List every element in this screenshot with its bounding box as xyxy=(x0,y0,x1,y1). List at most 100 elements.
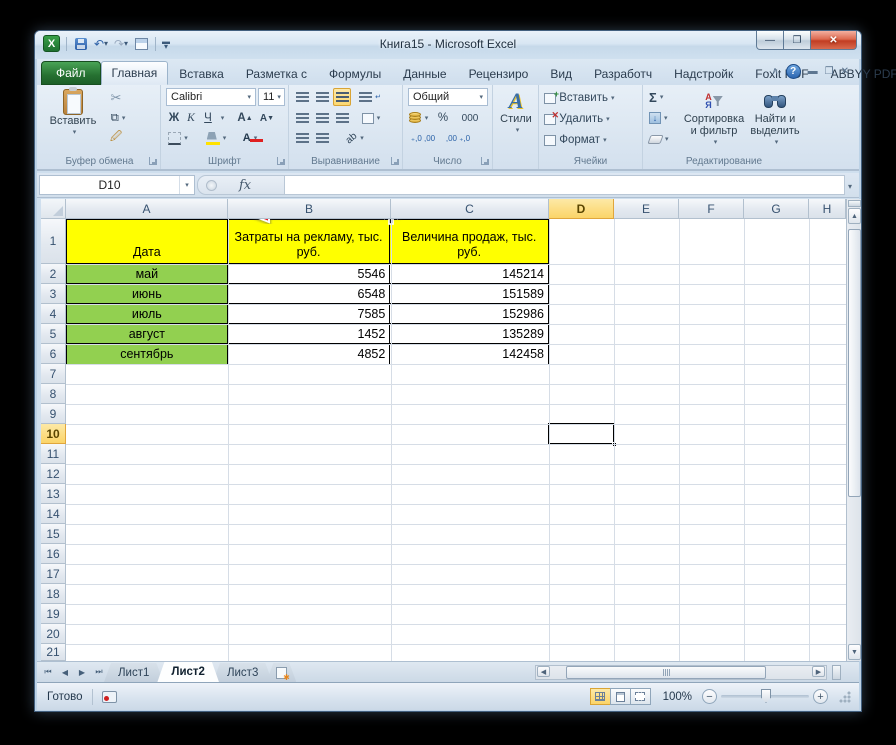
ribbon-tab[interactable]: Вид xyxy=(539,63,583,85)
table-cell[interactable]: июнь xyxy=(67,284,228,304)
autosum-icon[interactable]: Σ ▾ xyxy=(649,88,663,106)
scroll-up-icon[interactable]: ▲ xyxy=(848,208,861,224)
row-header-16[interactable]: 16 xyxy=(41,544,66,564)
insert-function-icon[interactable]: fx xyxy=(239,178,251,193)
ribbon-tab[interactable]: Данные xyxy=(392,63,457,85)
find-select-button[interactable]: Найти и выделить ▾ xyxy=(747,89,803,149)
name-box-dropdown-icon[interactable]: ▾ xyxy=(179,176,194,194)
merge-center-icon[interactable]: ▾ xyxy=(357,109,385,127)
sheet-tab-Лист2[interactable]: Лист2 xyxy=(157,662,219,682)
increase-indent-icon[interactable] xyxy=(313,129,331,147)
align-right-icon[interactable] xyxy=(333,109,351,127)
number-format-select[interactable]: Общий ▾ xyxy=(408,88,488,106)
font-family-select[interactable]: Calibri ▾ xyxy=(166,88,256,106)
column-header-H[interactable]: H xyxy=(809,199,846,219)
underline-button[interactable]: Ч xyxy=(200,109,216,127)
row-header-15[interactable]: 15 xyxy=(41,524,66,544)
clear-icon[interactable]: ▾ xyxy=(647,130,669,148)
vertical-scrollbar[interactable]: ▲ ▼ xyxy=(846,199,861,661)
horizontal-scrollbar[interactable]: ◀ ▶ xyxy=(535,665,827,680)
table-cell[interactable]: 6548 xyxy=(227,284,391,304)
table-cell[interactable]: 142458 xyxy=(390,344,548,364)
styles-button[interactable]: A Стили ▾ xyxy=(496,89,536,137)
page-layout-view-button[interactable] xyxy=(609,688,631,705)
page-break-view-button[interactable] xyxy=(629,688,651,705)
format-cells-button[interactable]: Формат ▾ xyxy=(544,131,607,149)
row-header-11[interactable]: 11 xyxy=(41,444,66,464)
scroll-left-icon[interactable]: ◀ xyxy=(537,666,550,677)
paste-button[interactable]: Вставить ▾ xyxy=(49,87,97,139)
zoom-level[interactable]: 100% xyxy=(663,691,692,703)
alignment-dialog-launcher[interactable] xyxy=(391,157,399,165)
column-header-B[interactable]: B xyxy=(228,199,391,219)
sheet-tab-Лист1[interactable]: Лист1 xyxy=(104,663,163,682)
ribbon-tab[interactable]: Главная xyxy=(100,61,169,85)
sort-filter-button[interactable]: АЯ Сортировка и фильтр ▾ xyxy=(683,89,745,149)
row-header-3[interactable]: 3 xyxy=(41,284,66,304)
row-header-6[interactable]: 6 xyxy=(41,344,66,364)
table-cell[interactable]: 4852 xyxy=(227,344,391,364)
table-cell[interactable]: август xyxy=(67,324,228,344)
table-header-cell[interactable]: Дата xyxy=(67,220,228,264)
column-header-F[interactable]: F xyxy=(679,199,744,219)
name-box[interactable]: D10 ▾ xyxy=(39,175,195,195)
table-cell[interactable]: 145214 xyxy=(390,264,548,284)
ribbon-tab[interactable]: Рецензиро xyxy=(458,63,540,85)
collapse-ribbon-icon[interactable]: ∧ xyxy=(771,66,778,77)
restore-button[interactable]: ❐ xyxy=(784,31,811,50)
delete-cells-button[interactable]: ✕ Удалить ▾ xyxy=(544,110,610,128)
table-cell[interactable]: 1452 xyxy=(227,324,391,344)
last-sheet-icon[interactable]: ⏭ xyxy=(91,665,107,680)
row-header-18[interactable]: 18 xyxy=(41,584,66,604)
first-sheet-icon[interactable]: ⏮ xyxy=(40,665,56,680)
h-scroll-thumb[interactable] xyxy=(566,666,766,679)
font-color-icon[interactable]: A▾ xyxy=(237,129,263,147)
decrease-indent-icon[interactable] xyxy=(293,129,311,147)
shrink-font-icon[interactable]: A ▼ xyxy=(257,109,277,127)
doc-close-icon[interactable]: ✕ xyxy=(841,66,849,77)
increase-decimal-icon[interactable]: ₊,0 ,00 xyxy=(408,129,438,147)
next-sheet-icon[interactable]: ▶ xyxy=(74,665,90,680)
format-painter-icon[interactable]: 🖉 xyxy=(105,129,127,147)
row-header-13[interactable]: 13 xyxy=(41,484,66,504)
align-middle-icon[interactable] xyxy=(313,88,331,106)
column-header-G[interactable]: G xyxy=(744,199,809,219)
align-center-icon[interactable] xyxy=(313,109,331,127)
doc-minimize-icon[interactable]: ▬ xyxy=(808,66,818,77)
percent-icon[interactable]: % xyxy=(434,109,452,127)
table-cell[interactable]: 5546 xyxy=(227,264,391,284)
fill-icon[interactable]: ↓ ▾ xyxy=(649,109,668,127)
row-header-21[interactable]: 21 xyxy=(41,644,66,661)
table-cell[interactable]: 151589 xyxy=(390,284,548,304)
row-header-19[interactable]: 19 xyxy=(41,604,66,624)
v-scroll-thumb[interactable] xyxy=(848,229,861,497)
fill-color-icon[interactable]: ▾ xyxy=(203,129,229,147)
clipboard-dialog-launcher[interactable] xyxy=(149,157,157,165)
borders-icon[interactable]: ▾ xyxy=(165,129,191,147)
decrease-decimal-icon[interactable]: ,00 ₊,0 xyxy=(443,129,473,147)
column-header-D[interactable]: D xyxy=(549,199,614,219)
table-header-cell[interactable]: Затраты на рекламу, тыс. руб. xyxy=(227,220,391,264)
formula-input[interactable] xyxy=(285,175,845,195)
italic-button[interactable]: К xyxy=(183,109,199,127)
ribbon-tab[interactable]: Надстройк xyxy=(663,63,744,85)
zoom-slider[interactable] xyxy=(721,689,809,703)
table-cell[interactable]: 152986 xyxy=(390,304,548,324)
currency-icon[interactable]: ▾ xyxy=(406,109,430,127)
row-header-5[interactable]: 5 xyxy=(41,324,66,344)
close-button[interactable]: ✕ xyxy=(811,31,857,50)
prev-sheet-icon[interactable]: ◀ xyxy=(57,665,73,680)
table-cell[interactable]: 135289 xyxy=(390,324,548,344)
sheet-tab-Лист3[interactable]: Лист3 xyxy=(213,663,272,682)
row-header-1[interactable]: 1 xyxy=(41,219,66,264)
zoom-slider-thumb[interactable] xyxy=(761,689,771,703)
row-header-10[interactable]: 10 xyxy=(41,424,66,444)
table-cell[interactable]: сентябрь xyxy=(67,344,228,364)
align-top-icon[interactable] xyxy=(293,88,311,106)
v-split-handle[interactable] xyxy=(848,200,861,207)
underline-dropdown-icon[interactable]: ▾ xyxy=(216,109,226,127)
scroll-down-icon[interactable]: ▼ xyxy=(848,644,861,660)
select-all-corner[interactable] xyxy=(41,199,66,219)
align-left-icon[interactable] xyxy=(293,109,311,127)
ribbon-tab[interactable]: Формулы xyxy=(318,63,392,85)
